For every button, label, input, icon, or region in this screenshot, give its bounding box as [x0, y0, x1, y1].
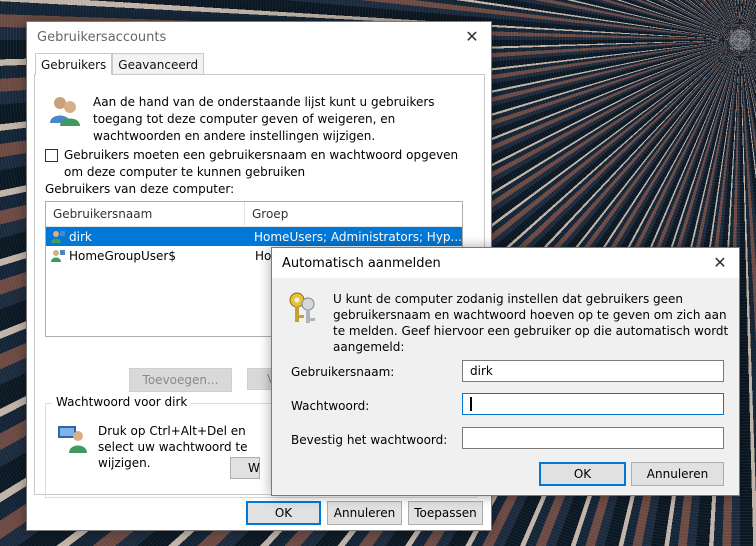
password-group-title: Wachtwoord voor dirk [52, 395, 192, 409]
username-value: dirk [470, 364, 493, 378]
keys-icon [289, 292, 315, 323]
tab-users[interactable]: Gebruikers [35, 53, 113, 75]
users-icon [50, 97, 80, 126]
dialog-cancel-button[interactable]: Annuleren [631, 462, 724, 486]
reset-password-button[interactable]: W [230, 457, 260, 479]
dialog-title: Automatisch aanmelden [282, 255, 441, 271]
text-caret [470, 397, 472, 411]
user-icon [51, 249, 65, 262]
title-bar: Gebruikersaccounts ✕ [27, 22, 491, 52]
close-icon[interactable]: ✕ [463, 28, 481, 46]
user-group-cell: Ho [255, 248, 272, 263]
user-name-cell: HomeGroupUser$ [69, 248, 176, 263]
dialog-message: U kunt de computer zodanig instellen dat… [333, 292, 729, 354]
window-title: Gebruikersaccounts [37, 29, 167, 45]
intro-text: Aan de hand van de onderstaande lijst ku… [93, 95, 435, 143]
confirm-password-label: Bevestig het wachtwoord: [291, 433, 448, 447]
tab-advanced[interactable]: Geavanceerd [112, 53, 205, 75]
user-keyboard-icon [58, 426, 87, 453]
password-input[interactable] [462, 393, 724, 415]
user-group-cell: HomeUsers; Administrators; Hyp... [254, 229, 462, 244]
require-login-checkbox[interactable] [45, 149, 58, 162]
apply-button[interactable]: Toepassen [408, 501, 483, 525]
column-header-group[interactable]: Groep [245, 207, 288, 221]
close-icon[interactable]: ✕ [711, 254, 729, 272]
table-row[interactable]: dirk HomeUsers; Administrators; Hyp... [46, 227, 462, 246]
user-icon [51, 230, 65, 243]
dialog-body: U kunt de computer zodanig instellen dat… [272, 278, 739, 495]
username-label: Gebruikersnaam: [291, 365, 395, 379]
require-login-checkbox-row[interactable]: Gebruikers moeten een gebruikersnaam en … [45, 147, 472, 181]
require-login-label[interactable]: Gebruikers moeten een gebruikersnaam en … [64, 147, 472, 181]
username-input[interactable]: dirk [462, 360, 724, 382]
password-label: Wachtwoord: [291, 399, 370, 413]
users-list-label: Gebruikers van deze computer: [45, 182, 235, 196]
add-user-button[interactable]: Toevoegen... [129, 368, 232, 392]
users-list-header: Gebruikersnaam Groep [46, 202, 462, 227]
dialog-ok-button[interactable]: OK [539, 462, 626, 486]
auto-logon-dialog: Automatisch aanmelden ✕ U kunt de comput… [271, 247, 740, 496]
cancel-button[interactable]: Annuleren [327, 501, 402, 525]
ok-button[interactable]: OK [246, 501, 321, 525]
dialog-title-bar: Automatisch aanmelden ✕ [272, 248, 739, 278]
confirm-password-input[interactable] [462, 427, 724, 449]
column-header-username[interactable]: Gebruikersnaam [46, 202, 245, 226]
user-name-cell: dirk [69, 229, 92, 244]
tab-strip: Gebruikers Geavanceerd [35, 53, 205, 75]
